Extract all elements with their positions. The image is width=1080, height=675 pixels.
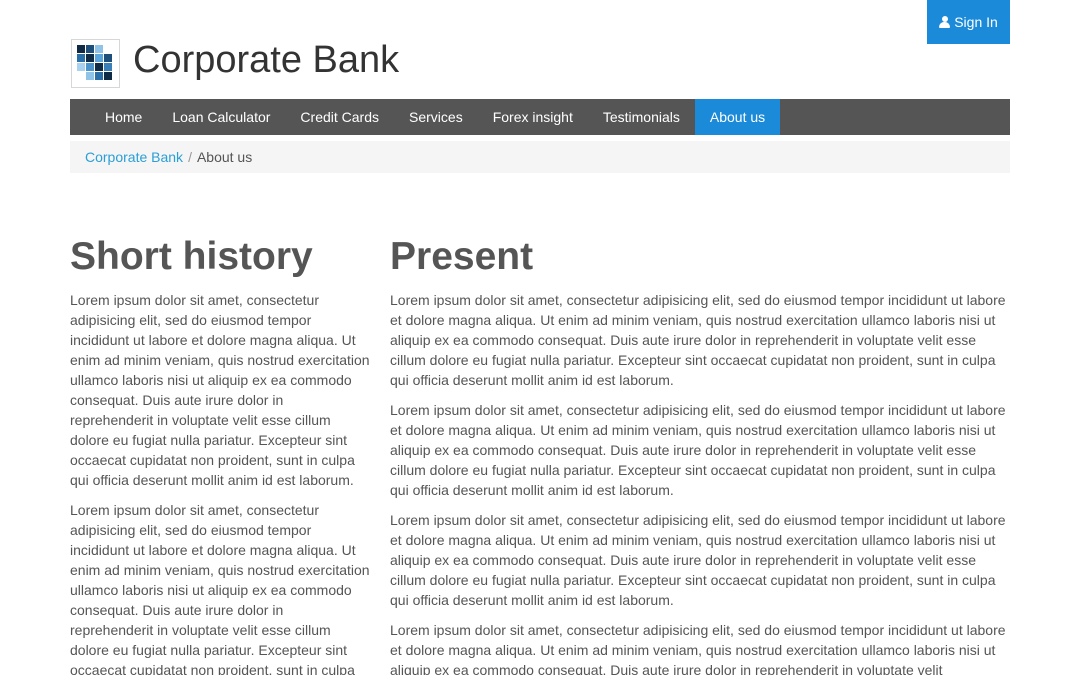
nav-item-services[interactable]: Services bbox=[394, 99, 478, 135]
present-section: Present Lorem ipsum dolor sit amet, cons… bbox=[390, 234, 1010, 675]
nav-item-forex-insight[interactable]: Forex insight bbox=[478, 99, 588, 135]
breadcrumb-home-link[interactable]: Corporate Bank bbox=[85, 149, 183, 165]
history-paragraph: Lorem ipsum dolor sit amet, consectetur … bbox=[70, 292, 370, 488]
sign-in-button[interactable]: Sign In bbox=[927, 0, 1010, 44]
nav-item-loan-calculator[interactable]: Loan Calculator bbox=[157, 99, 285, 135]
present-heading: Present bbox=[390, 235, 534, 278]
pixel-grid-logo-graphic bbox=[77, 45, 112, 80]
present-paragraph: Lorem ipsum dolor sit amet, consectetur … bbox=[390, 512, 1006, 608]
nav-item-about-us[interactable]: About us bbox=[694, 99, 781, 135]
breadcrumb-separator: / bbox=[188, 149, 192, 165]
nav-item-home[interactable]: Home bbox=[90, 99, 157, 135]
logo-icon[interactable] bbox=[71, 39, 120, 88]
history-section: Short history Lorem ipsum dolor sit amet… bbox=[70, 234, 370, 675]
present-paragraph: Lorem ipsum dolor sit amet, consectetur … bbox=[390, 622, 1006, 675]
sign-in-label: Sign In bbox=[954, 14, 998, 30]
history-heading: Short history bbox=[70, 235, 313, 278]
present-paragraph: Lorem ipsum dolor sit amet, consectetur … bbox=[390, 292, 1006, 388]
breadcrumb: Corporate Bank / About us bbox=[70, 141, 1010, 173]
nav-item-testimonials[interactable]: Testimonials bbox=[588, 99, 695, 135]
user-icon bbox=[939, 16, 951, 28]
history-paragraph: Lorem ipsum dolor sit amet, consectetur … bbox=[70, 502, 370, 675]
brand-name[interactable]: Corporate Bank bbox=[133, 38, 399, 82]
breadcrumb-current: About us bbox=[196, 149, 253, 165]
present-paragraph: Lorem ipsum dolor sit amet, consectetur … bbox=[390, 402, 1006, 498]
nav-item-credit-cards[interactable]: Credit Cards bbox=[285, 99, 394, 135]
main-navbar: Home Loan Calculator Credit Cards Servic… bbox=[70, 99, 1010, 135]
